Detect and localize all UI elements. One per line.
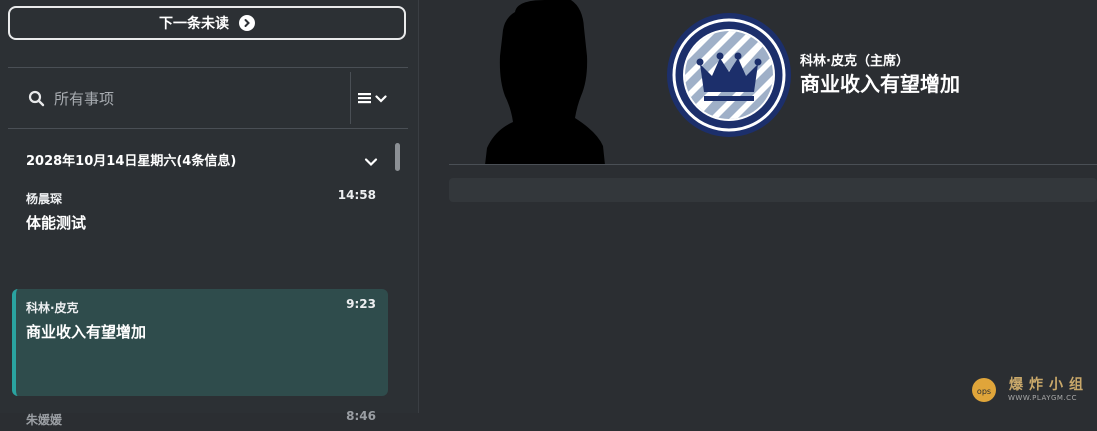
watermark-text: 爆炸小组: [1009, 377, 1089, 393]
date-group-header: 2028年10月14日星期六(4条信息): [26, 154, 237, 169]
message-time: 9:23: [346, 297, 376, 311]
divider: [449, 164, 1097, 165]
watermark: ops 爆炸小组 WWW.PLAYGM.CC: [964, 372, 1092, 406]
divider: [350, 72, 351, 124]
next-unread-label: 下一条未读: [159, 16, 229, 32]
chevron-down-icon[interactable]: [364, 152, 378, 171]
message-sender: 科林·皮克: [26, 301, 79, 315]
detail-subject: 商业收入有望增加: [800, 72, 960, 96]
message-item[interactable]: 杨晨琛 14:58 体能测试: [12, 180, 388, 280]
detail-sender: 科林·皮克（主席）: [800, 54, 909, 69]
chevron-right-circle-icon: [239, 15, 255, 31]
message-subject: 商业收入有望增加: [26, 323, 147, 341]
scrollbar[interactable]: [395, 143, 400, 171]
message-item-selected[interactable]: 科林·皮克 9:23 商业收入有望增加: [12, 289, 388, 396]
message-sender: 朱媛媛: [26, 413, 63, 427]
person-silhouette-icon: [485, 0, 605, 165]
watermark-url: WWW.PLAYGM.CC: [1008, 394, 1077, 402]
search-input[interactable]: [52, 84, 336, 114]
next-unread-button[interactable]: 下一条未读: [8, 6, 406, 40]
message-item[interactable]: 朱媛媛 8:46: [12, 401, 388, 431]
divider: [8, 67, 408, 68]
chevron-down-icon: [375, 89, 387, 108]
inbox-sidebar: 下一条未读 2028年10月14日星期六(4条信息) 杨晨琛 14:58 体能测…: [0, 0, 419, 427]
message-subject: 体能测试: [26, 214, 87, 232]
message-time: 8:46: [346, 409, 376, 423]
divider: [8, 128, 408, 129]
detail-header-strip: [449, 178, 1097, 202]
message-detail: 科林·皮克（主席） 商业收入有望增加 ops 爆炸小组 WWW.PLAYGM.C…: [419, 0, 1097, 413]
crown-club-badge-icon: [667, 13, 791, 137]
search-bar: [8, 72, 408, 124]
message-sender: 杨晨琛: [26, 192, 63, 206]
message-time: 14:58: [337, 188, 376, 202]
search-icon: [28, 90, 45, 111]
watermark-logo-icon: ops: [972, 378, 996, 402]
svg-text:ops: ops: [977, 387, 991, 396]
list-menu-icon: [358, 89, 372, 108]
filter-menu-button[interactable]: [358, 88, 394, 108]
